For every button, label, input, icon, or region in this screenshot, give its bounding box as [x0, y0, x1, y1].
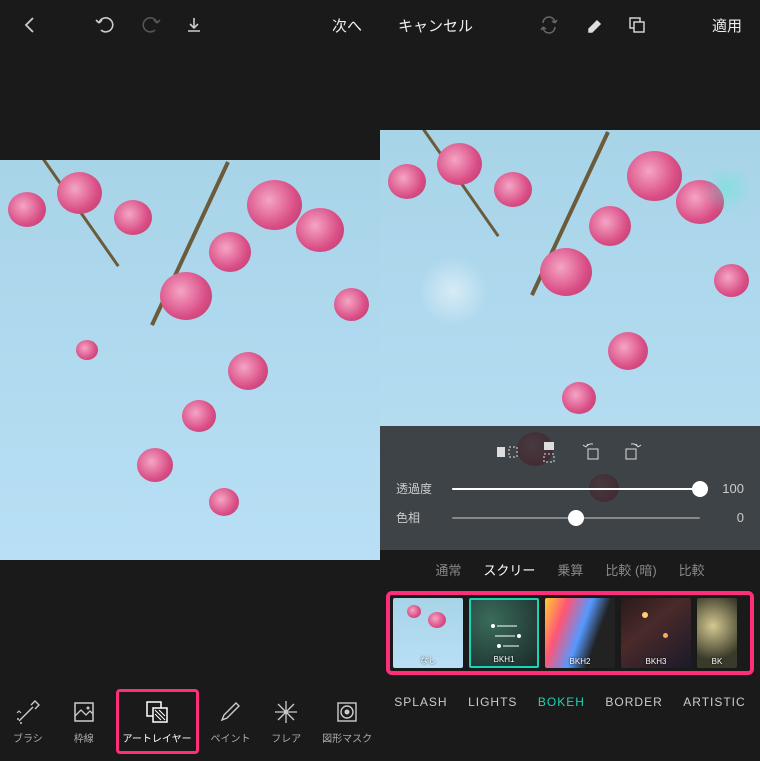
blend-compare[interactable]: 比較: [679, 560, 705, 579]
thumb-none[interactable]: なし: [393, 598, 463, 668]
rotate-left-icon[interactable]: [575, 440, 607, 464]
thumb-label: BKH2: [545, 657, 615, 666]
flip-horizontal-icon[interactable]: [491, 440, 523, 464]
right-panel: キャンセル 適用: [380, 0, 760, 761]
thumb-bk[interactable]: BK: [697, 598, 737, 668]
hue-value: 0: [712, 510, 744, 525]
tool-flare[interactable]: フレア: [262, 694, 310, 749]
layers-icon[interactable]: [619, 7, 655, 43]
thumb-label: BKH3: [621, 657, 691, 666]
download-icon[interactable]: [176, 7, 212, 43]
tool-artlayer[interactable]: アートレイヤー: [116, 689, 199, 754]
back-icon[interactable]: [12, 7, 48, 43]
flip-vertical-icon[interactable]: [533, 440, 565, 464]
tool-frame[interactable]: 枠線: [60, 694, 108, 749]
artlayer-icon: [143, 698, 171, 726]
undo-icon[interactable]: [88, 7, 124, 43]
cat-lights[interactable]: LIGHTS: [468, 695, 517, 709]
thumb-bkh1[interactable]: BKH1: [469, 598, 539, 668]
blend-normal[interactable]: 通常: [435, 560, 461, 579]
shapemask-icon: [333, 698, 361, 726]
eraser-icon[interactable]: [575, 7, 611, 43]
hue-slider[interactable]: [452, 517, 700, 519]
tool-label: アートレイヤー: [123, 730, 192, 745]
hue-slider-row: 色相 0: [396, 509, 744, 526]
tool-label: 図形マスク: [322, 730, 372, 745]
tool-paint[interactable]: ペイント: [206, 694, 254, 749]
blend-darken[interactable]: 比較 (暗): [605, 560, 656, 579]
opacity-slider-row: 透過度 100: [396, 480, 744, 497]
flare-icon: [272, 698, 300, 726]
cat-artistic[interactable]: ARTISTIC: [683, 695, 745, 709]
tool-brush[interactable]: ブラシ: [4, 694, 52, 749]
rotate-right-icon[interactable]: [617, 440, 649, 464]
right-topbar: キャンセル 適用: [380, 0, 760, 50]
brush-icon: [14, 698, 42, 726]
tool-label: ブラシ: [13, 730, 43, 745]
apply-button[interactable]: 適用: [706, 15, 748, 36]
thumb-bkh2[interactable]: BKH2: [545, 598, 615, 668]
thumb-label: BK: [697, 657, 737, 666]
sync-icon[interactable]: [531, 7, 567, 43]
thumbnails: なし BKH1 BKH2 BKH3 BK: [386, 591, 754, 675]
left-topbar: 次へ: [0, 0, 380, 50]
tool-label: 枠線: [74, 730, 94, 745]
controls-overlay: 透過度 100 色相 0: [380, 426, 760, 550]
opacity-slider[interactable]: [452, 488, 700, 490]
tool-shapemask[interactable]: 図形マスク: [318, 694, 376, 749]
redo-icon[interactable]: [132, 7, 168, 43]
blend-mode-row: 通常 スクリー 乗算 比較 (暗) 比較: [380, 550, 760, 585]
paint-icon: [216, 698, 244, 726]
cancel-button[interactable]: キャンセル: [392, 15, 479, 36]
blend-multiply[interactable]: 乗算: [557, 560, 583, 579]
cat-splash[interactable]: SPLASH: [394, 695, 447, 709]
transform-buttons: [396, 440, 744, 464]
cat-border[interactable]: BORDER: [605, 695, 662, 709]
category-row: SPLASH LIGHTS BOKEH BORDER ARTISTIC: [380, 681, 760, 723]
blend-screen[interactable]: スクリー: [483, 560, 535, 579]
cat-bokeh[interactable]: BOKEH: [538, 695, 585, 709]
bottom-toolbar: ブラシ 枠線 アートレイヤー ペイント フレア: [0, 681, 380, 761]
left-canvas[interactable]: [0, 160, 380, 560]
thumbnails-wrap: なし BKH1 BKH2 BKH3 BK: [380, 585, 760, 681]
frame-icon: [70, 698, 98, 726]
hue-label: 色相: [396, 509, 440, 526]
opacity-value: 100: [712, 481, 744, 496]
opacity-label: 透過度: [396, 480, 440, 497]
next-button[interactable]: 次へ: [326, 15, 368, 36]
tool-label: ペイント: [210, 730, 250, 745]
left-panel: 次へ ブラシ 枠線: [0, 0, 380, 761]
thumb-label: なし: [393, 655, 463, 666]
thumb-bkh3[interactable]: BKH3: [621, 598, 691, 668]
right-canvas[interactable]: 透過度 100 色相 0: [380, 130, 760, 550]
tool-label: フレア: [271, 730, 301, 745]
thumb-label: BKH1: [471, 655, 537, 664]
